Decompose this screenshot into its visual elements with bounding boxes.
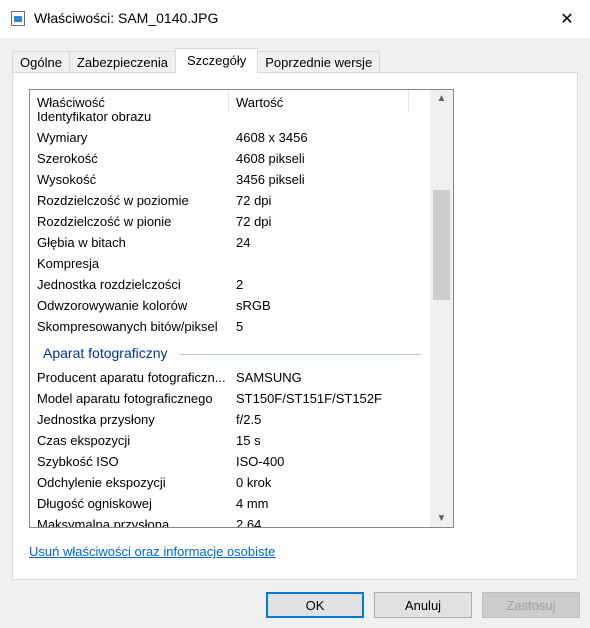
cancel-button[interactable]: Anuluj [374, 592, 472, 618]
property-value: 4608 x 3456 [236, 130, 308, 145]
list-item[interactable]: Czas ekspozycji 15 s [30, 430, 430, 451]
column-divider[interactable] [228, 90, 229, 112]
list-item[interactable]: Długość ogniskowej 4 mm [30, 493, 430, 514]
property-value: f/2.5 [236, 412, 262, 427]
section-camera: Aparat fotograficzny [30, 337, 430, 367]
property-name: Głębia w bitach [37, 235, 126, 250]
property-name: Jednostka przysłony [37, 412, 155, 427]
property-value: 2 [236, 277, 244, 292]
property-name: Szybkość ISO [37, 454, 119, 469]
list-item[interactable]: Rozdzielczość w pionie 72 dpi [30, 211, 430, 232]
property-name: Długość ogniskowej [37, 496, 152, 511]
column-header-property[interactable]: Właściwość [37, 95, 105, 110]
scroll-thumb[interactable] [433, 190, 450, 300]
image-file-icon [11, 11, 25, 26]
property-value: 3456 pikseli [236, 172, 305, 187]
property-name: Rozdzielczość w poziomie [37, 193, 189, 208]
apply-button[interactable]: Zastosuj [482, 592, 580, 618]
list-header: Właściwość Wartość [30, 90, 430, 112]
property-value: SAMSUNG [236, 370, 302, 385]
property-value: 0 krok [236, 475, 272, 490]
property-name: Szerokość [37, 151, 98, 166]
property-name: Jednostka rozdzielczości [37, 277, 181, 292]
property-value: 72 dpi [236, 214, 272, 229]
list-item[interactable]: Odchylenie ekspozycji 0 krok [30, 472, 430, 493]
property-value: 2.64 [236, 517, 262, 528]
list-item[interactable]: Wymiary 4608 x 3456 [30, 127, 430, 148]
property-value: 4 mm [236, 496, 269, 511]
property-value: 15 s [236, 433, 261, 448]
list-item[interactable]: Jednostka przysłony f/2.5 [30, 409, 430, 430]
list-item[interactable]: Szybkość ISO ISO-400 [30, 451, 430, 472]
tab-previous-versions[interactable]: Poprzednie wersje [257, 51, 381, 73]
camera-rows: Producent aparatu fotograficzn... SAMSUNG… [30, 367, 430, 528]
list-item[interactable]: Maksymalna przysłona 2.64 [30, 514, 430, 528]
ok-button[interactable]: OK [266, 592, 364, 618]
property-name: Skompresowanych bitów/piksel [37, 319, 218, 334]
property-name: Odwzorowywanie kolorów [37, 298, 188, 313]
property-value: ISO-400 [236, 454, 285, 469]
vertical-scrollbar[interactable]: ▲ ▼ [430, 90, 453, 527]
tab-details[interactable]: Szczegóły [174, 48, 259, 73]
column-header-value[interactable]: Wartość [236, 95, 283, 110]
property-name: Wymiary [37, 130, 88, 145]
property-value: 5 [236, 319, 244, 334]
property-name: Wysokość [37, 172, 97, 187]
list-item[interactable]: Jednostka rozdzielczości 2 [30, 274, 430, 295]
title-bar: Właściwości: SAM_0140.JPG ✕ [0, 0, 590, 38]
list-item[interactable]: Skompresowanych bitów/piksel 5 [30, 316, 430, 337]
property-value: 4608 pikseli [236, 151, 305, 166]
property-name: Model aparatu fotograficznego [37, 391, 213, 406]
list-item[interactable]: Wysokość 3456 pikseli [30, 169, 430, 190]
property-value: 24 [236, 235, 251, 250]
image-rows: Wymiary 4608 x 3456 Szerokość 4608 pikseli W… [30, 127, 430, 337]
list-item[interactable]: Model aparatu fotograficznego ST150F/ST15… [30, 388, 430, 409]
section-title: Aparat fotograficzny [43, 345, 174, 361]
list-item[interactable]: Odwzorowywanie kolorów sRGB [30, 295, 430, 316]
list-item[interactable]: Głębia w bitach 24 [30, 232, 430, 253]
properties-list[interactable]: Identyfikator obrazu Wymiary 4608 x 3456 S… [29, 89, 454, 528]
tab-bar: Ogólne Zabezpieczenia Szczegóły Poprzedn… [12, 48, 381, 73]
list-item[interactable]: Kompresja [30, 253, 430, 274]
property-name: Kompresja [37, 256, 100, 271]
property-name: Producent aparatu fotograficzn... [37, 370, 226, 385]
close-button[interactable]: ✕ [544, 0, 590, 38]
tab-security[interactable]: Zabezpieczenia [68, 51, 176, 73]
remove-properties-link[interactable]: Usuń właściwości oraz informacje osobist… [29, 544, 275, 559]
property-value: ST150F/ST151F/ST152F [236, 391, 382, 406]
property-name: Odchylenie ekspozycji [37, 475, 166, 490]
list-item[interactable]: Szerokość 4608 pikseli [30, 148, 430, 169]
scroll-down-icon[interactable]: ▼ [430, 510, 453, 527]
tab-general[interactable]: Ogólne [12, 51, 70, 73]
column-divider[interactable] [408, 90, 409, 112]
section-divider [180, 354, 420, 355]
property-name: Czas ekspozycji [37, 433, 131, 448]
property-rows: Identyfikator obrazu Wymiary 4608 x 3456 S… [30, 109, 430, 528]
window-title: Właściwości: SAM_0140.JPG [34, 10, 219, 26]
scroll-up-icon[interactable]: ▲ [430, 90, 453, 107]
property-name: Maksymalna przysłona [37, 517, 170, 528]
property-value: sRGB [236, 298, 271, 313]
property-value: 72 dpi [236, 193, 272, 208]
property-name: Rozdzielczość w pionie [37, 214, 172, 229]
list-item[interactable]: Rozdzielczość w poziomie 72 dpi [30, 190, 430, 211]
list-item[interactable]: Producent aparatu fotograficzn... SAMSUNG [30, 367, 430, 388]
